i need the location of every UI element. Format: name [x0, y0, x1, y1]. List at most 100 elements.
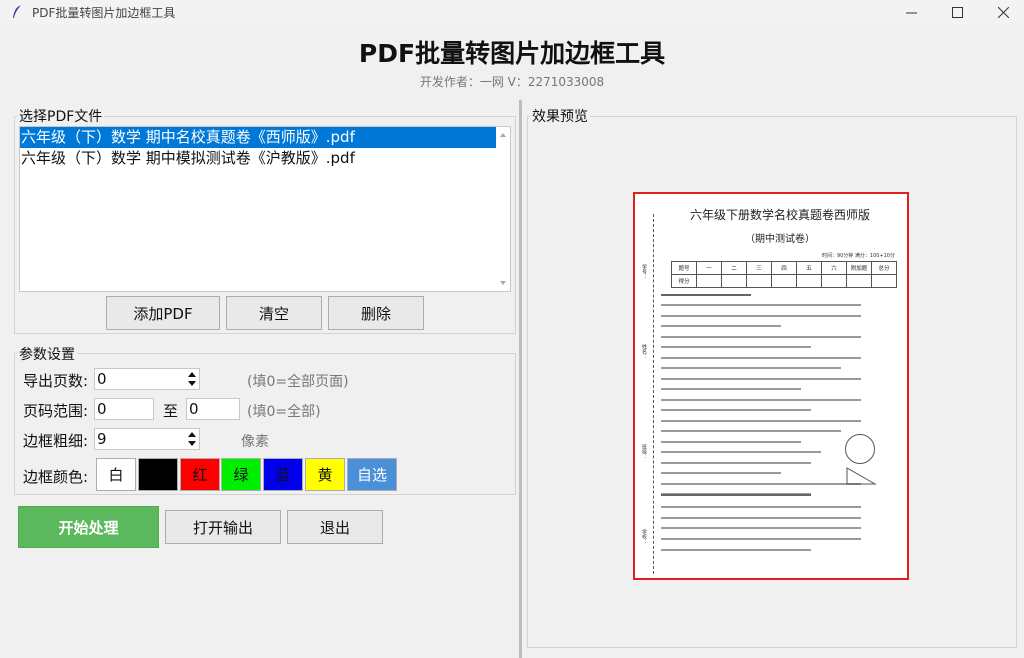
- open-output-button[interactable]: 打开输出: [165, 510, 281, 544]
- close-icon: [997, 6, 1009, 18]
- spin-arrows-icon[interactable]: [186, 370, 198, 388]
- scroll-up-icon[interactable]: [500, 133, 506, 137]
- file-listbox[interactable]: 六年级（下）数学 期中名校真题卷《西师版》.pdf 六年级（下）数学 期中模拟测…: [19, 126, 511, 292]
- range-separator: 至: [163, 402, 179, 420]
- doc-title: 六年级下册数学名校真题卷西师版: [689, 208, 870, 222]
- color-blue-button[interactable]: 蓝: [263, 458, 303, 491]
- table-cell: 二: [721, 261, 747, 275]
- doc-time: 时间：90分钟 满分：100+10分: [821, 253, 895, 259]
- author-info: 开发作者：一网 V：2271033008: [419, 75, 605, 89]
- border-color-label: 边框颜色:: [23, 468, 89, 486]
- side-label: 姓名：: [641, 344, 647, 359]
- doc-text-line: [661, 409, 811, 411]
- pane-divider[interactable]: [519, 100, 522, 658]
- doc-text-line: [661, 451, 821, 453]
- table-cell: [696, 274, 722, 288]
- side-label: 班级：: [641, 444, 647, 459]
- params-legend: 参数设置: [17, 344, 77, 364]
- doc-text-line: [661, 336, 861, 338]
- doc-text-line: [661, 483, 861, 485]
- minimize-icon: [905, 12, 917, 13]
- doc-text-line: [661, 441, 801, 443]
- doc-text-line: [661, 527, 861, 529]
- table-cell: [721, 274, 747, 288]
- table-cell: [796, 274, 822, 288]
- doc-text-line: [661, 430, 841, 432]
- doc-text-line: [661, 315, 861, 317]
- table-cell: 三: [746, 261, 772, 275]
- title-bar: PDF批量转图片加边框工具: [0, 0, 1024, 24]
- preview-image: 学号： 姓名： 班级： 学校： 六年级下册数学名校真题卷西师版 （期中测试卷） …: [633, 192, 909, 580]
- table-cell: 题号: [671, 261, 697, 275]
- table-cell: 总分: [871, 261, 897, 275]
- window-title: PDF批量转图片加边框工具: [32, 6, 176, 20]
- page-range-label: 页码范围:: [23, 402, 89, 420]
- color-green-button[interactable]: 绿: [221, 458, 261, 491]
- color-custom-button[interactable]: 自选: [347, 458, 397, 491]
- border-width-unit: 像素: [241, 434, 269, 450]
- doc-text-line: [661, 325, 781, 327]
- minimize-button[interactable]: [888, 0, 934, 24]
- border-width-spinbox[interactable]: 9: [94, 428, 200, 450]
- list-item[interactable]: 六年级（下）数学 期中模拟测试卷《沪教版》.pdf: [20, 148, 510, 169]
- color-black-button[interactable]: [138, 458, 178, 491]
- doc-text-line: [661, 388, 801, 390]
- table-cell: 得分: [671, 274, 697, 288]
- border-width-label: 边框粗细:: [23, 432, 89, 450]
- exit-button[interactable]: 退出: [287, 510, 383, 544]
- doc-circle-figure: [845, 434, 875, 464]
- range-to-input[interactable]: 0: [186, 398, 240, 420]
- doc-text-line: [661, 549, 811, 551]
- start-processing-button[interactable]: 开始处理: [18, 506, 159, 548]
- delete-button[interactable]: 删除: [328, 296, 424, 330]
- border-width-value: 9: [97, 430, 107, 448]
- feather-icon: [13, 5, 21, 18]
- doc-text-line: [661, 357, 861, 359]
- binding-line: [653, 214, 654, 574]
- list-scrollbar[interactable]: [496, 127, 510, 291]
- table-cell: 六: [821, 261, 847, 275]
- table-cell: [771, 274, 797, 288]
- preview-legend: 效果预览: [530, 106, 590, 126]
- doc-text-line: [661, 538, 861, 540]
- doc-triangle-figure: [846, 467, 877, 485]
- side-label: 学号：: [641, 264, 647, 279]
- doc-text-line: [661, 346, 811, 348]
- export-pages-spinbox[interactable]: 0: [94, 368, 200, 390]
- doc-subtitle: （期中测试卷）: [745, 234, 815, 245]
- spin-arrows-icon[interactable]: [186, 430, 198, 448]
- doc-text-line: [661, 462, 811, 464]
- range-from-input[interactable]: 0: [94, 398, 154, 420]
- maximize-button[interactable]: [934, 0, 980, 24]
- doc-text-line: [661, 472, 781, 474]
- add-pdf-button[interactable]: 添加PDF: [106, 296, 220, 330]
- doc-text-line: [661, 420, 861, 422]
- file-section-legend: 选择PDF文件: [17, 106, 105, 126]
- export-pages-hint: (填0=全部页面): [247, 374, 349, 390]
- doc-text-line: [661, 494, 811, 496]
- list-item[interactable]: 六年级（下）数学 期中名校真题卷《西师版》.pdf: [20, 127, 496, 148]
- close-button[interactable]: [980, 0, 1024, 24]
- app-title: PDF批量转图片加边框工具: [358, 39, 666, 68]
- score-table: 题号 一 二 三 四 五 六 附加题 总分 得分: [671, 261, 897, 288]
- app-window: PDF批量转图片加边框工具 PDF批量转图片加边框工具 开发作者：一网 V：22…: [0, 0, 1024, 658]
- side-label: 学校：: [641, 529, 647, 544]
- doc-text-line: [661, 294, 751, 296]
- doc-text-line: [661, 378, 861, 380]
- doc-text-line: [661, 506, 861, 508]
- color-red-button[interactable]: 红: [180, 458, 220, 491]
- table-cell: [821, 274, 847, 288]
- doc-text-line: [661, 367, 841, 369]
- table-cell: [871, 274, 897, 288]
- doc-text-line: [661, 399, 861, 401]
- scroll-down-icon[interactable]: [500, 281, 506, 285]
- color-white-button[interactable]: 白: [96, 458, 136, 491]
- color-yellow-button[interactable]: 黄: [305, 458, 345, 491]
- table-cell: [846, 274, 872, 288]
- table-cell: [746, 274, 772, 288]
- clear-button[interactable]: 清空: [226, 296, 322, 330]
- maximize-icon: [951, 6, 963, 18]
- table-cell: 附加题: [846, 261, 872, 275]
- doc-text-line: [661, 304, 861, 306]
- doc-text-line: [661, 517, 861, 519]
